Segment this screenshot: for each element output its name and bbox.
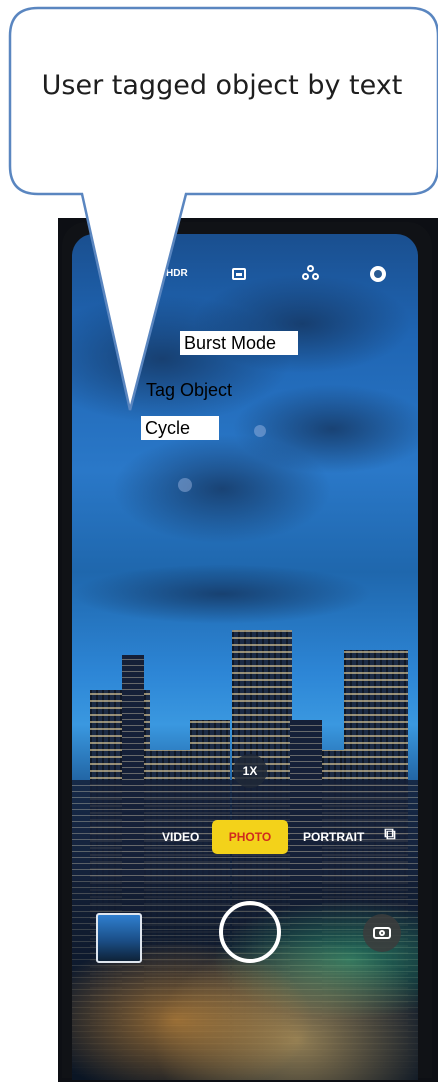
bokeh-orb: [178, 478, 192, 492]
mode-video[interactable]: VIDEO: [162, 827, 199, 847]
mode-photo[interactable]: PHOTO: [212, 820, 288, 854]
gallery-thumbnail[interactable]: [96, 913, 142, 963]
callout-text: User tagged object by text: [41, 70, 403, 101]
callout-bubble: [8, 6, 438, 411]
more-modes-icon[interactable]: ⧉: [379, 824, 401, 846]
bokeh-orb: [254, 425, 266, 437]
callout-shape: [8, 6, 438, 411]
zoom-button[interactable]: 1X: [233, 754, 267, 788]
shutter-button[interactable]: [219, 901, 281, 963]
switch-camera-icon[interactable]: [363, 914, 401, 952]
cloud: [72, 564, 372, 624]
mode-portrait[interactable]: PORTRAIT: [303, 827, 373, 847]
